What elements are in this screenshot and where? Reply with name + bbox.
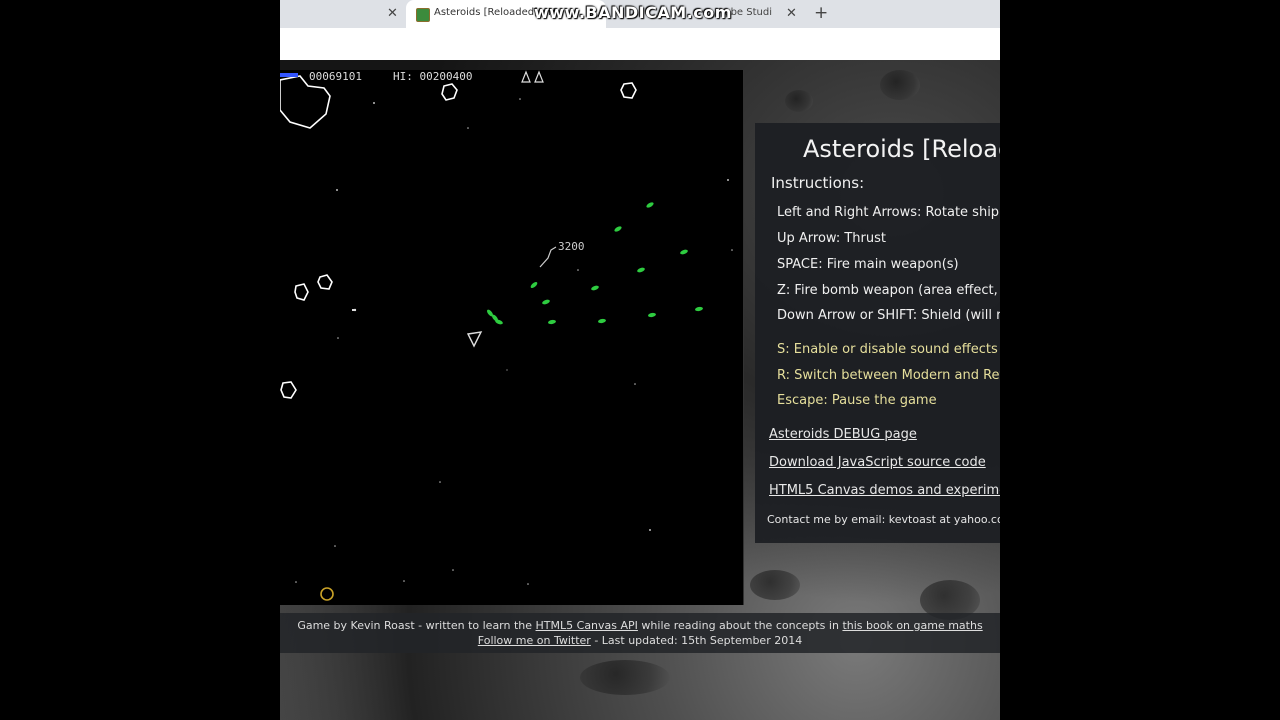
game-canvas[interactable]: 00069101 HI: 00200400 3200	[280, 70, 744, 605]
canvas-api-link[interactable]: HTML5 Canvas API	[536, 619, 638, 632]
bullet	[352, 309, 356, 311]
player-ship	[466, 331, 483, 348]
recorder-watermark: www.BANDICAM.com	[534, 3, 732, 22]
screen-frame: ✕ Asteroids [Reloaded] - H ube Studi ✕ +…	[280, 0, 1000, 720]
last-updated-text: - Last updated: 15th September 2014	[590, 634, 803, 647]
life-ship-icon	[521, 70, 531, 83]
footer-text: while reading about the concepts in	[637, 619, 843, 632]
moon-crater	[580, 660, 670, 695]
score-readout: 00069101	[309, 70, 362, 83]
browser-tab-bar: ✕ Asteroids [Reloaded] - H ube Studi ✕ +…	[280, 0, 1000, 28]
page-title: Asteroids [Reloaded]	[803, 135, 1000, 163]
instruction-item: Z: Fire bomb weapon (area effect, us	[777, 283, 1000, 298]
source-code-link[interactable]: Download JavaScript source code	[769, 455, 986, 470]
option-item: S: Enable or disable sound effects	[777, 342, 998, 357]
lives-icons	[521, 70, 544, 83]
instruction-item: Down Arrow or SHIFT: Shield (will rec	[777, 308, 1000, 323]
enemy-bullets	[487, 202, 703, 325]
instruction-item: Left and Right Arrows: Rotate ship	[777, 205, 1000, 220]
asteroid-small	[294, 283, 309, 301]
hi-score-readout: HI: 00200400	[393, 70, 472, 83]
canvas-demos-link[interactable]: HTML5 Canvas demos and experimen	[769, 483, 1000, 498]
debris	[539, 246, 557, 268]
floating-score: 3200	[558, 240, 585, 253]
page-background: 00069101 HI: 00200400 3200 Asteroids [Re…	[280, 60, 1000, 720]
close-tab-icon[interactable]: ✕	[387, 5, 398, 23]
page-footer: Game by Kevin Roast - written to learn t…	[280, 613, 1000, 653]
energy-bar	[280, 73, 298, 77]
contact-text: Contact me by email: kevtoast at yahoo.c…	[767, 513, 1000, 526]
asteroids	[280, 75, 637, 399]
powerup-icon	[320, 587, 334, 601]
game-field	[280, 70, 733, 601]
instructions-heading: Instructions:	[771, 174, 865, 192]
instruction-item: Up Arrow: Thrust	[777, 231, 886, 246]
option-item: R: Switch between Modern and Retro	[777, 368, 1000, 383]
footer-line-1: Game by Kevin Roast - written to learn t…	[280, 619, 1000, 632]
new-tab-icon[interactable]: +	[814, 3, 828, 23]
debug-page-link[interactable]: Asteroids DEBUG page	[769, 427, 917, 442]
option-item: Escape: Pause the game	[777, 393, 937, 408]
moon-crater	[785, 90, 813, 112]
moon-crater	[750, 570, 800, 600]
game-maths-book-link[interactable]: this book on game maths	[842, 619, 982, 632]
asteroid-small	[317, 274, 333, 290]
address-bar[interactable]	[280, 28, 1000, 61]
footer-text: Game by Kevin Roast - written to learn t…	[297, 619, 536, 632]
life-ship-icon	[534, 70, 544, 83]
instruction-item: SPACE: Fire main weapon(s)	[777, 257, 959, 272]
asteroid-large	[280, 75, 331, 129]
stars	[295, 98, 733, 585]
hi-label: HI:	[393, 70, 413, 83]
hi-score-value: 00200400	[419, 70, 473, 83]
favicon-icon	[416, 8, 430, 22]
twitter-link[interactable]: Follow me on Twitter	[478, 634, 591, 647]
footer-line-2: Follow me on Twitter - Last updated: 15t…	[280, 634, 1000, 647]
asteroid-small	[441, 83, 458, 101]
asteroid-small	[620, 82, 637, 99]
close-tab-icon[interactable]: ✕	[786, 5, 797, 23]
asteroid-small	[280, 381, 297, 399]
moon-crater	[880, 70, 920, 100]
instructions-panel: Asteroids [Reloaded] Instructions: Left …	[755, 123, 1000, 543]
